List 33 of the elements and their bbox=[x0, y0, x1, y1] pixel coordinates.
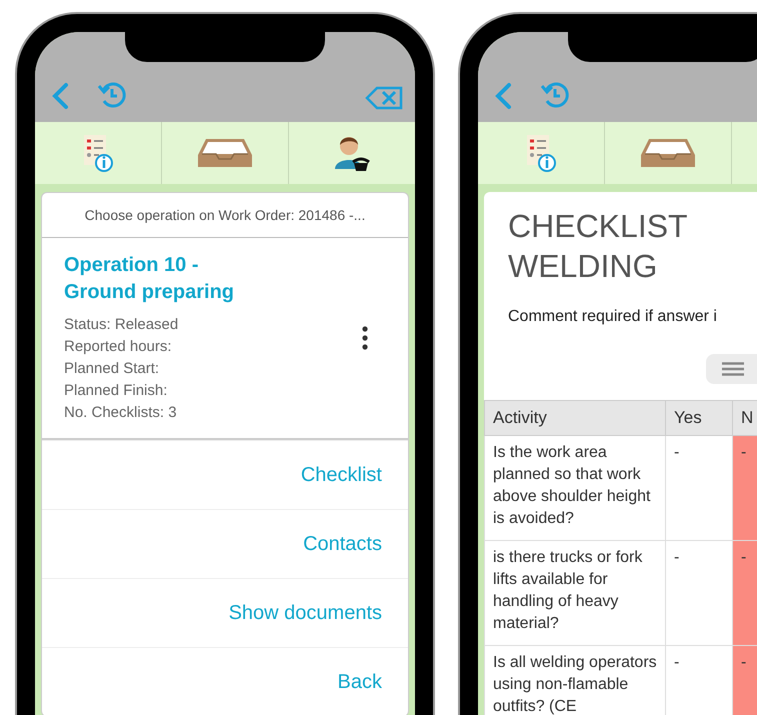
operation-detail: Status: Released bbox=[64, 315, 180, 335]
back-icon[interactable] bbox=[51, 82, 69, 110]
history-icon[interactable] bbox=[540, 80, 570, 110]
table-cell: - bbox=[732, 540, 757, 646]
menu-icon bbox=[722, 362, 744, 376]
operation-detail: No. Checklists: 3 bbox=[64, 403, 178, 423]
column-header: Activity bbox=[484, 400, 666, 436]
inbox-tray-icon bbox=[639, 137, 697, 169]
checklist-info-icon bbox=[82, 133, 114, 173]
checklist-title: CHECKLIST WELDING bbox=[507, 207, 688, 286]
checklist-info-icon bbox=[525, 133, 557, 173]
table-cell: - bbox=[732, 436, 757, 540]
table-cell: - bbox=[732, 646, 757, 715]
backspace-icon[interactable] bbox=[365, 86, 403, 110]
table-cell: is there trucks or fork lifts available for handling of heavy material? bbox=[484, 540, 666, 646]
table-cell: Is all welding operators using non-flamable outfits? (CE bbox=[484, 646, 666, 715]
operation-title: Operation 10 - Ground preparing bbox=[64, 253, 235, 305]
action-item[interactable]: Back bbox=[42, 647, 408, 715]
action-item[interactable]: Contacts bbox=[42, 509, 408, 578]
more-options-icon[interactable] bbox=[362, 326, 368, 350]
operation-detail: Planned Start: bbox=[64, 359, 160, 379]
action-item[interactable]: Checklist bbox=[42, 440, 408, 509]
checklist-note: Comment required if answer i bbox=[507, 307, 718, 326]
work-order-header: Choose operation on Work Order: 201486 -... bbox=[42, 193, 408, 238]
back-icon[interactable] bbox=[494, 82, 512, 110]
inbox-tray-icon bbox=[196, 137, 254, 169]
action-item[interactable]: Show documents bbox=[42, 578, 408, 647]
column-header: Yes bbox=[666, 400, 732, 436]
operation-detail: Planned Finish: bbox=[64, 381, 168, 401]
history-icon[interactable] bbox=[97, 80, 127, 110]
operation-detail: Reported hours: bbox=[64, 337, 173, 357]
table-cell: Is the work area planned so that work above shoulder height is avoided? bbox=[484, 436, 666, 540]
column-header: N bbox=[732, 400, 757, 436]
